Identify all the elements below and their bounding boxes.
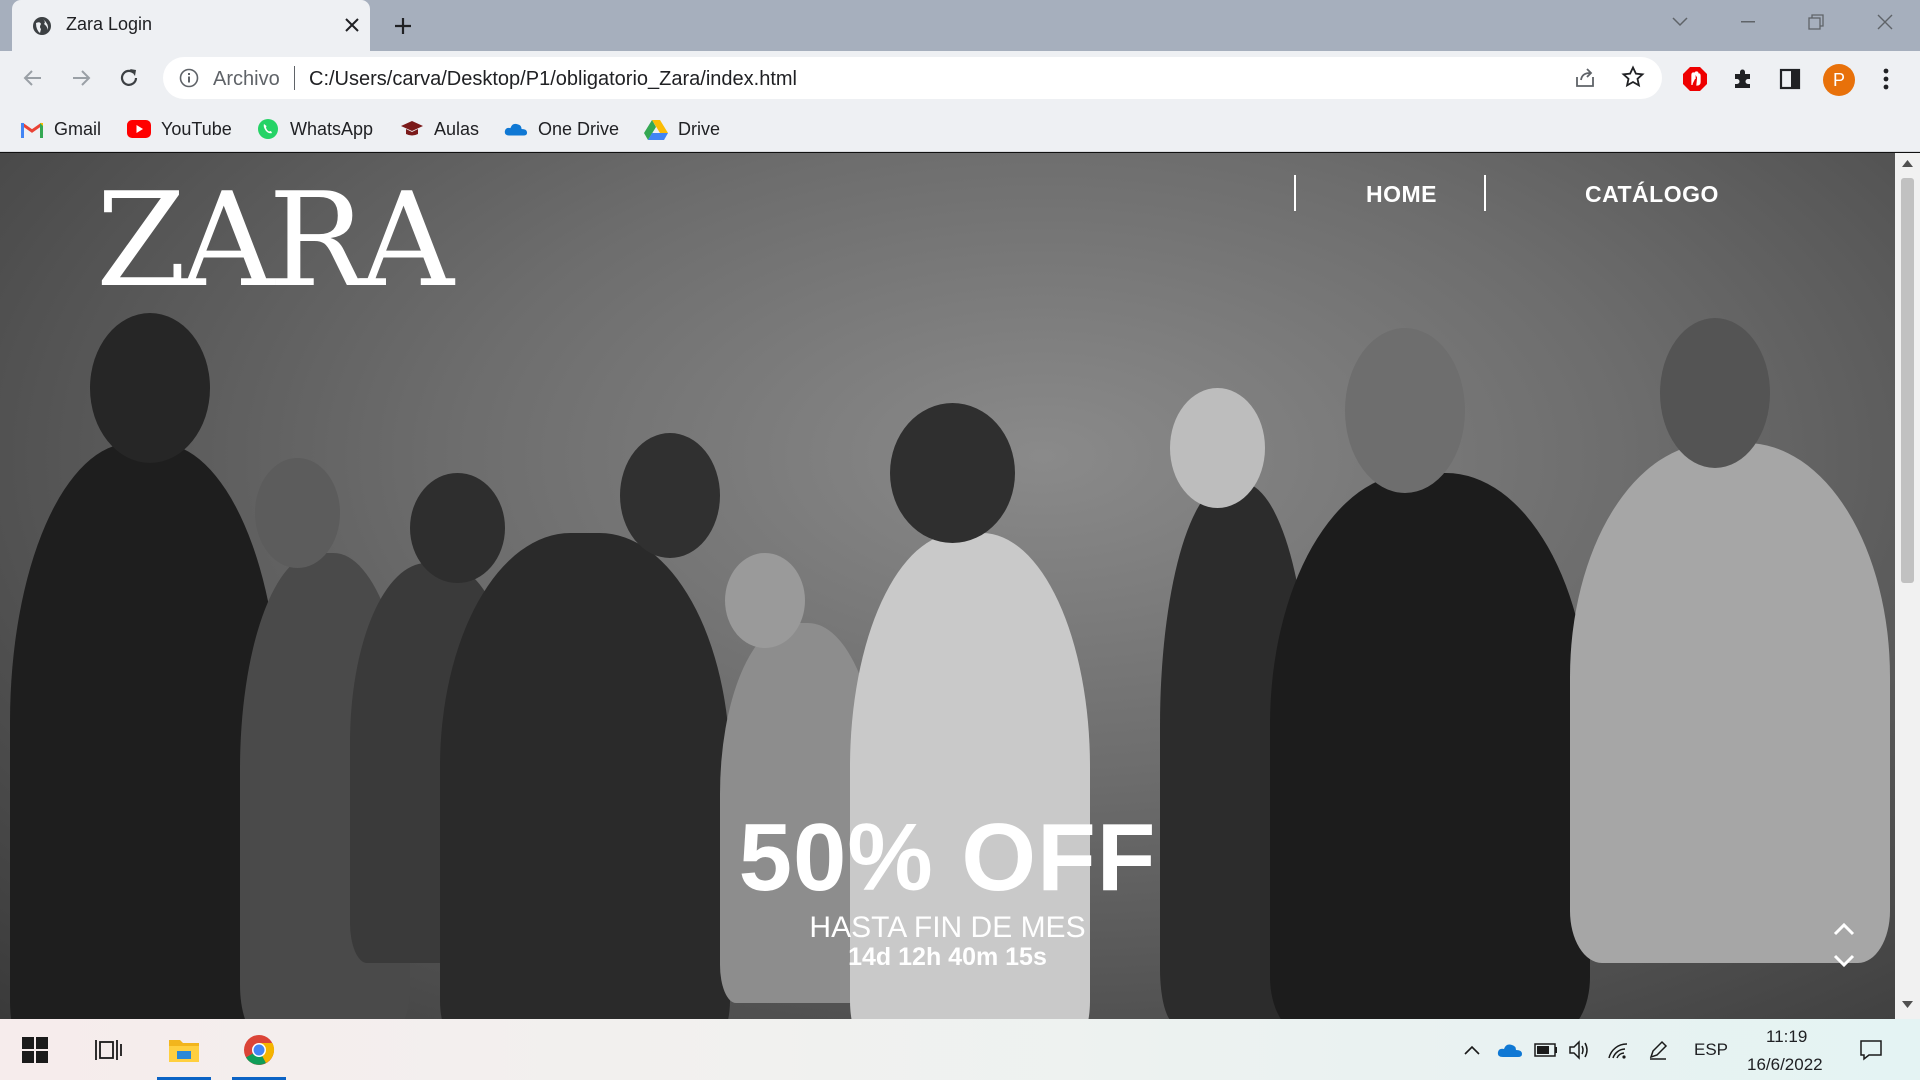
battery-icon[interactable] [1532, 1036, 1560, 1064]
onedrive-tray-icon[interactable] [1496, 1036, 1524, 1064]
forward-button[interactable] [64, 61, 98, 95]
wifi-icon[interactable] [1604, 1036, 1632, 1064]
address-separator [294, 66, 295, 90]
model-silhouette [1345, 328, 1465, 493]
onedrive-icon [504, 117, 528, 141]
model-silhouette [1660, 318, 1770, 468]
bookmark-label: Aulas [434, 118, 480, 139]
whatsapp-icon [256, 117, 280, 141]
taskbar-chrome[interactable] [228, 1019, 290, 1080]
close-icon [1877, 14, 1893, 30]
pen-icon[interactable] [1644, 1036, 1672, 1064]
restore-button[interactable] [1791, 0, 1841, 44]
bookmarks-bar: Gmail YouTube WhatsApp Aulas One Drive D… [0, 106, 1920, 152]
tab-title: Zara Login [66, 14, 153, 34]
model-silhouette [620, 433, 720, 558]
scrollbar-thumb[interactable] [1901, 178, 1914, 583]
bookmark-label: Gmail [54, 118, 102, 139]
minimize-button[interactable] [1723, 0, 1773, 44]
model-silhouette [255, 458, 340, 568]
reload-icon [120, 69, 138, 86]
task-view-button[interactable] [78, 1019, 140, 1080]
profile-avatar[interactable]: P [1823, 64, 1855, 96]
star-icon[interactable] [1621, 65, 1645, 89]
volume-icon[interactable] [1566, 1036, 1594, 1064]
bookmark-youtube[interactable]: YouTube [127, 115, 232, 143]
browser-tab-active[interactable]: Zara Login [12, 0, 370, 51]
scroll-up-arrow-icon[interactable] [1902, 159, 1913, 167]
model-silhouette [1170, 388, 1265, 508]
chrome-icon [244, 1034, 275, 1065]
bookmark-gmail[interactable]: Gmail [20, 115, 101, 143]
start-button[interactable] [4, 1019, 66, 1080]
tab-close-icon[interactable] [339, 12, 365, 38]
model-silhouette [90, 313, 210, 463]
chevron-down-icon[interactable] [1826, 945, 1862, 977]
kebab-menu-icon[interactable] [1872, 65, 1900, 93]
google-drive-icon [644, 117, 668, 141]
arrow-right-icon [73, 70, 91, 86]
page-scrollbar[interactable] [1895, 153, 1920, 1019]
promo-countdown: 14d 12h 40m 15s [848, 943, 1047, 971]
model-silhouette [890, 403, 1015, 543]
clock-date[interactable]: 16/6/2022 [1747, 1055, 1823, 1075]
language-indicator[interactable]: ESP [1694, 1040, 1728, 1060]
close-window-button[interactable] [1860, 0, 1910, 44]
arrow-left-icon [23, 70, 41, 86]
bookmark-drive[interactable]: Drive [644, 115, 720, 143]
address-scheme: Archivo [213, 68, 280, 90]
bookmark-label: YouTube [161, 118, 232, 139]
model-silhouette [410, 473, 505, 583]
adblock-extension-icon[interactable] [1681, 65, 1709, 93]
address-url[interactable]: C:/Users/carva/Desktop/P1/obligatorio_Za… [309, 68, 797, 91]
bookmark-aulas[interactable]: Aulas [400, 115, 479, 143]
model-silhouette [725, 553, 805, 648]
minimize-icon [1741, 21, 1755, 23]
share-icon[interactable] [1573, 66, 1597, 90]
reload-button[interactable] [112, 61, 146, 95]
notification-icon[interactable] [1856, 1036, 1886, 1064]
chevron-up-icon[interactable] [1826, 913, 1862, 945]
promo-subtitle: HASTA FIN DE MES [809, 911, 1086, 944]
promo-headline: 50% OFF [738, 804, 1157, 911]
nav-divider [1294, 175, 1296, 211]
bookmark-label: WhatsApp [290, 118, 374, 139]
tab-strip: Zara Login [0, 0, 1920, 51]
zara-logo[interactable]: ZARA [96, 175, 454, 305]
restore-icon [1808, 14, 1824, 30]
bookmark-label: Drive [678, 118, 721, 139]
nav-home-link[interactable]: HOME [1366, 181, 1437, 208]
page-viewport: ZARA HOME CATÁLOGO 50% OFF HASTA FIN DE … [0, 153, 1895, 1019]
clock-time[interactable]: 11:19 [1766, 1027, 1807, 1047]
carousel-arrows [1826, 913, 1862, 977]
scroll-down-arrow-icon[interactable] [1902, 1001, 1913, 1009]
gmail-icon [20, 117, 44, 141]
plus-icon [395, 18, 411, 34]
graduation-cap-icon [400, 117, 424, 141]
nav-divider [1484, 175, 1486, 211]
bookmark-whatsapp[interactable]: WhatsApp [256, 115, 373, 143]
chevron-down-icon [1672, 17, 1688, 27]
nav-catalogo-link[interactable]: CATÁLOGO [1585, 181, 1719, 208]
task-view-icon [95, 1039, 122, 1060]
new-tab-button[interactable] [388, 11, 418, 41]
extensions-puzzle-icon[interactable] [1729, 65, 1757, 93]
youtube-icon [127, 117, 151, 141]
address-bar[interactable]: Archivo C:/Users/carva/Desktop/P1/obliga… [163, 57, 1662, 99]
taskbar-file-explorer[interactable] [153, 1019, 215, 1080]
bookmark-onedrive[interactable]: One Drive [504, 115, 619, 143]
globe-icon [33, 17, 51, 35]
tab-search-button[interactable] [1655, 0, 1705, 44]
side-panel-icon[interactable] [1776, 65, 1804, 93]
bookmark-label: One Drive [538, 118, 620, 139]
folder-icon [169, 1039, 199, 1062]
windows-taskbar: ESP 11:19 16/6/2022 [0, 1019, 1920, 1080]
tray-overflow-chevron-icon[interactable] [1460, 1036, 1484, 1064]
back-button[interactable] [16, 61, 50, 95]
browser-toolbar: Archivo C:/Users/carva/Desktop/P1/obliga… [0, 51, 1920, 106]
windows-logo-icon [22, 1036, 48, 1063]
info-icon[interactable] [179, 68, 199, 88]
